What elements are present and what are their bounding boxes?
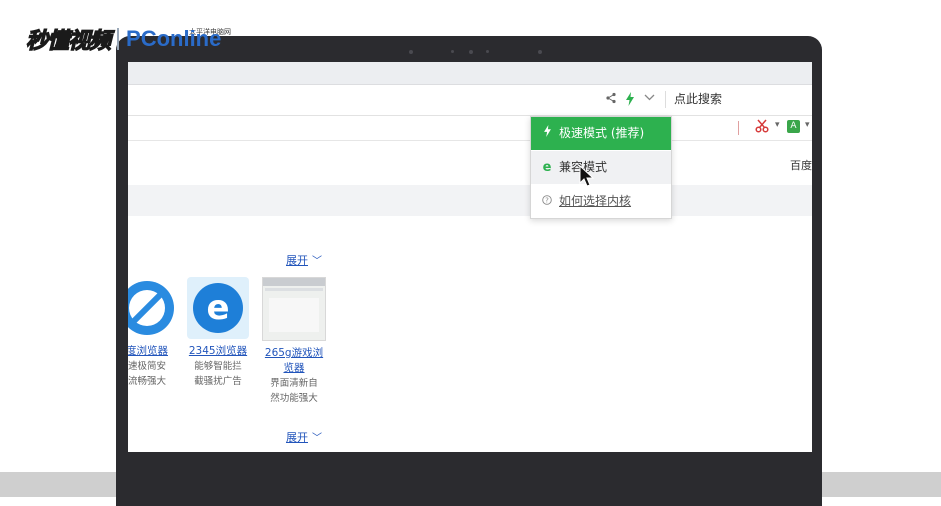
bezel-sensor xyxy=(451,50,454,53)
menu-item-help[interactable]: ? 如何选择内核 xyxy=(531,185,671,218)
browser-card-name-line1[interactable]: 265g游戏浏 xyxy=(265,347,323,359)
expand-link[interactable]: 展开 ﹀ xyxy=(286,429,322,445)
menu-item-compat-mode[interactable]: e 兼容模式 xyxy=(531,151,671,184)
browser-logo-icon xyxy=(128,277,178,339)
toolbar-separator xyxy=(738,121,739,135)
camera-icon xyxy=(469,50,473,54)
browser-card-desc: 能够智能拦 xyxy=(194,361,242,372)
browser-window: 点此搜索 ▾ A ▾ 百度 展开 ﹀ 展开 ﹀ 度浏览器 速极简安 流畅强大 e… xyxy=(128,62,812,452)
share-icon[interactable] xyxy=(605,92,619,106)
browser-card-name[interactable]: 度浏览器 xyxy=(128,344,182,359)
chevron-down-icon[interactable] xyxy=(644,91,656,105)
kernel-mode-menu: 极速模式 (推荐) e 兼容模式 ? 如何选择内核 xyxy=(530,116,672,219)
lightning-icon xyxy=(541,117,553,150)
section-header-band xyxy=(128,185,812,216)
menu-item-fast-mode[interactable]: 极速模式 (推荐) xyxy=(531,117,671,150)
browser-card-desc: 界面清新自 xyxy=(270,378,318,389)
browser-card-desc: 截骚扰广告 xyxy=(194,376,242,387)
watermark-brand-cn: 秒懂视频 xyxy=(25,28,111,54)
watermark: 秒懂视频 PConline xyxy=(25,22,222,56)
chevron-down-icon: ﹀ xyxy=(312,433,322,444)
search-button[interactable]: 点此搜索 xyxy=(674,91,722,108)
ie-logo-icon: e xyxy=(187,277,249,339)
svg-text:?: ? xyxy=(545,197,549,205)
scissor-icon[interactable] xyxy=(755,119,769,137)
translate-dropdown-icon[interactable]: ▾ xyxy=(805,120,810,130)
expand-link[interactable]: 展开 ﹀ xyxy=(286,252,322,268)
watermark-separator xyxy=(117,28,120,50)
expand-label: 展开 xyxy=(286,431,308,444)
help-icon: ? xyxy=(541,185,553,218)
browser-card[interactable]: 265g游戏浏 览器 界面清新自 然功能强大 xyxy=(259,277,329,406)
baidu-link[interactable]: 百度 xyxy=(790,157,812,173)
watermark-brand-en: PConline xyxy=(126,26,222,51)
ie-icon: e xyxy=(542,160,552,175)
svg-text:e: e xyxy=(206,288,229,328)
tab-strip xyxy=(128,62,812,85)
laptop-base xyxy=(116,472,822,497)
browser-card-desc: 速极简安 xyxy=(128,361,166,372)
lightning-icon[interactable] xyxy=(625,92,637,106)
menu-item-label: 极速模式 (推荐) xyxy=(559,126,645,140)
browser-card[interactable]: e 2345浏览器 能够智能拦 截骚扰广告 xyxy=(183,277,253,389)
browser-screenshot-thumbnail xyxy=(262,277,326,341)
toolbar: ▾ A ▾ xyxy=(128,116,812,141)
address-bar: 点此搜索 xyxy=(128,85,812,116)
bezel-sensor xyxy=(486,50,489,53)
expand-label: 展开 xyxy=(286,254,308,267)
nav-row: 百度 xyxy=(128,141,812,185)
chevron-down-icon: ﹀ xyxy=(312,256,322,267)
address-separator xyxy=(665,91,666,108)
browser-card-desc: 流畅强大 xyxy=(128,376,166,387)
browser-card-desc: 然功能强大 xyxy=(270,393,318,404)
browser-card[interactable]: 度浏览器 速极简安 流畅强大 xyxy=(128,277,182,389)
mouse-cursor-icon xyxy=(579,165,595,187)
menu-item-label: 如何选择内核 xyxy=(559,194,632,208)
browser-card-name-line2[interactable]: 览器 xyxy=(284,362,305,374)
browser-card-name[interactable]: 265g游戏浏 览器 xyxy=(259,346,329,376)
translate-icon[interactable]: A xyxy=(787,120,800,133)
bezel-sensor xyxy=(409,50,413,54)
scissor-dropdown-icon[interactable]: ▾ xyxy=(775,120,780,130)
browser-card-name[interactable]: 2345浏览器 xyxy=(183,344,253,359)
bezel-sensor xyxy=(538,50,542,54)
